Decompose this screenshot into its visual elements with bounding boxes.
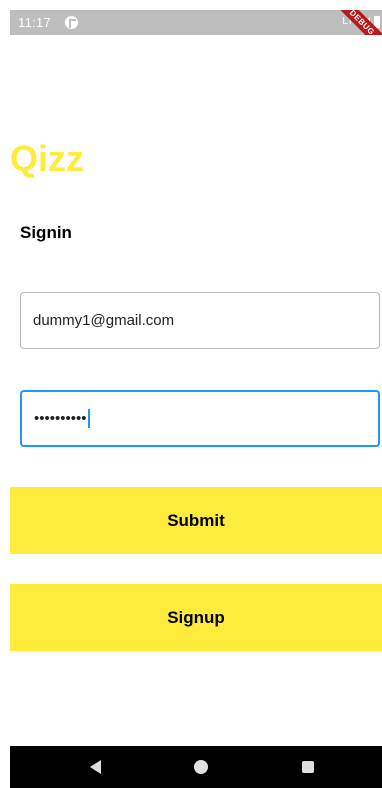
status-bar: 11:17 LTE DEBUG [10, 10, 382, 35]
email-value: dummy1@gmail.com [33, 312, 175, 329]
text-cursor [87, 409, 90, 428]
signin-heading: Signin [20, 223, 72, 242]
submit-button[interactable]: Submit [10, 487, 382, 554]
signup-button[interactable]: Signup [10, 584, 382, 651]
password-field[interactable]: •••••••••• [20, 390, 380, 447]
home-icon[interactable] [194, 760, 208, 774]
status-time: 11:17 [18, 15, 52, 30]
navigation-bar [10, 746, 382, 788]
back-icon[interactable] [90, 760, 101, 774]
email-field[interactable]: dummy1@gmail.com [20, 292, 380, 349]
app-title: Qizz [10, 138, 85, 179]
signin-screen: 11:17 LTE DEBUG Qizz Signin dummy1@gmail… [0, 0, 382, 788]
password-value: •••••••••• [34, 410, 87, 427]
app-notification-icon [65, 16, 78, 29]
recents-icon[interactable] [302, 761, 314, 773]
